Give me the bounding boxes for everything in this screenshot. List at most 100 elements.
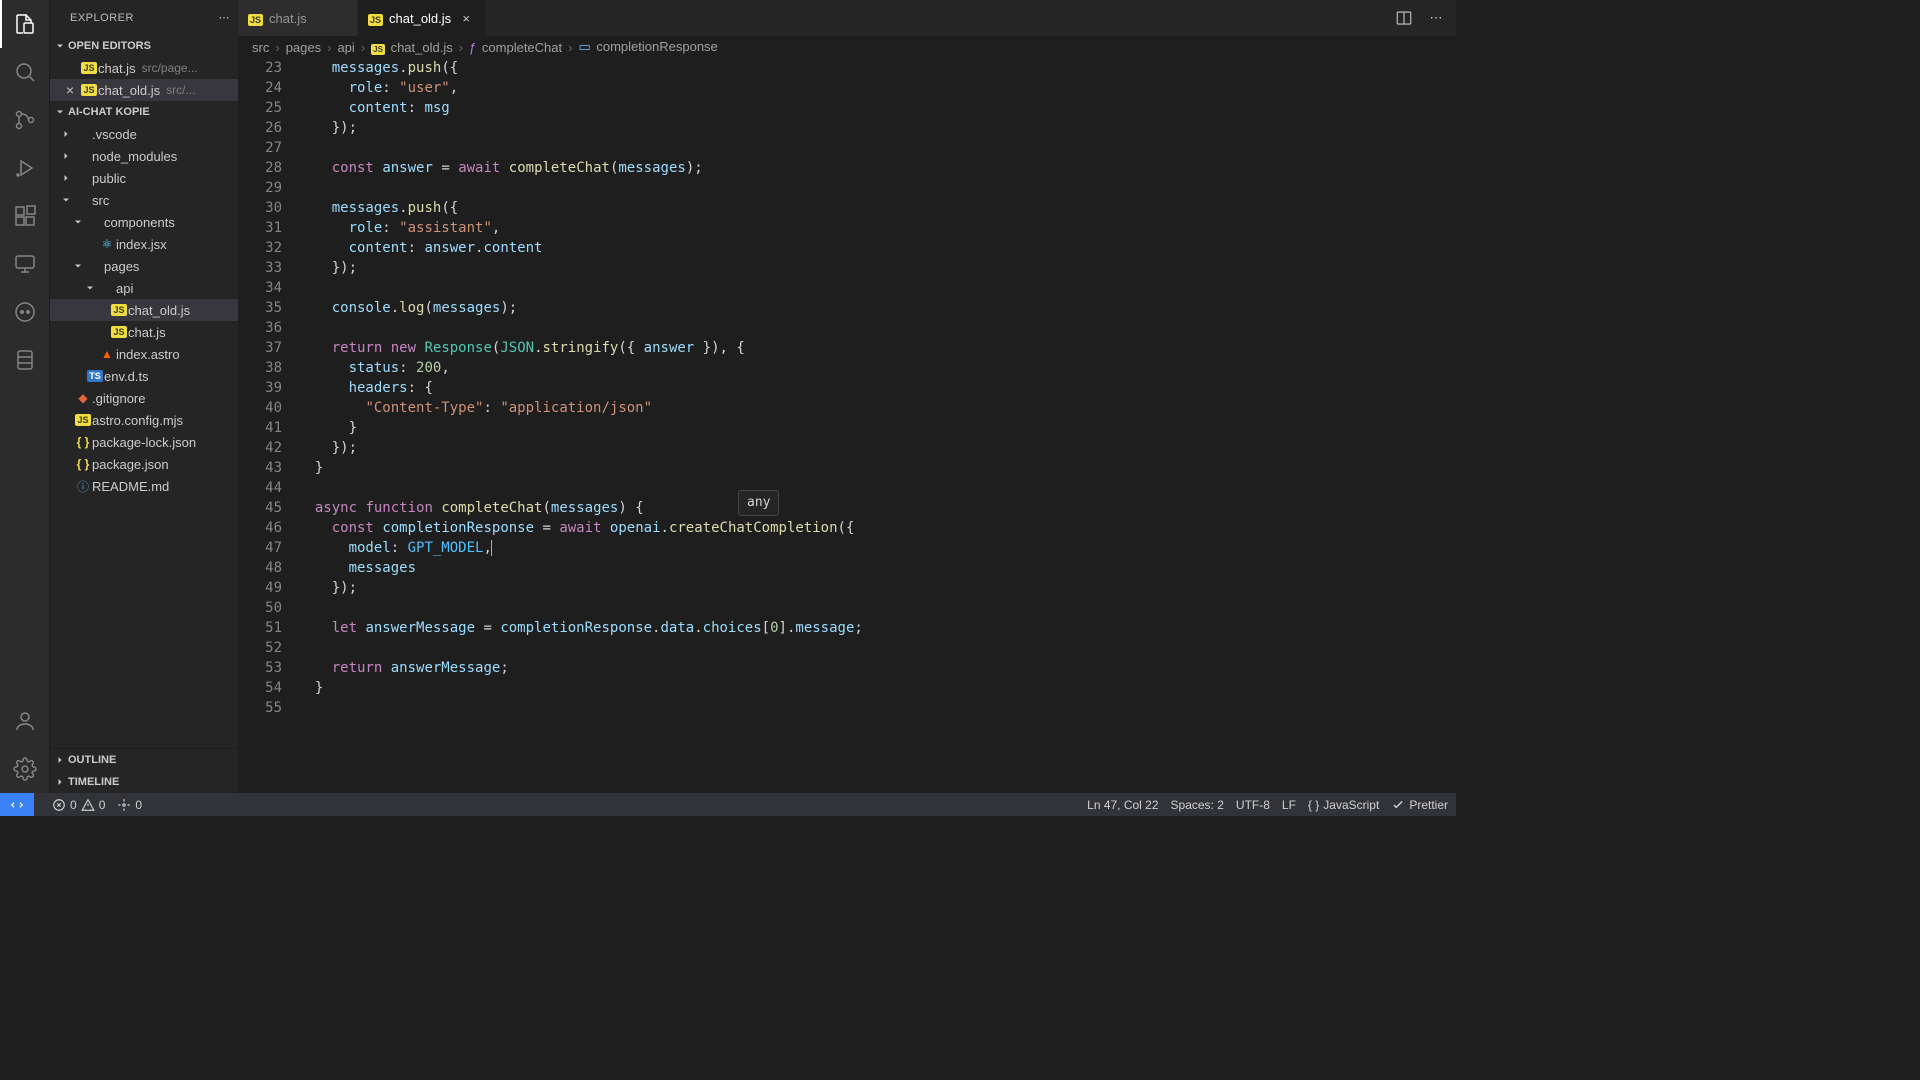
status-eol[interactable]: LF	[1282, 798, 1296, 812]
status-prettier[interactable]: Prettier	[1391, 798, 1448, 812]
activity-copilot-icon[interactable]	[0, 288, 50, 336]
folder-item[interactable]: node_modules	[50, 145, 238, 167]
tab-label: chat.js	[269, 11, 307, 26]
file-item[interactable]: { }package-lock.json	[50, 431, 238, 453]
explorer-sidebar: EXPLORER ⋯ OPEN EDITORS JSchat.jssrc/pag…	[50, 0, 238, 793]
breadcrumb-separator: ›	[275, 40, 279, 55]
breadcrumb-segment[interactable]: src	[252, 40, 269, 55]
editor-tab[interactable]: JSchat.js×	[238, 0, 358, 36]
file-item[interactable]: JSastro.config.mjs	[50, 409, 238, 431]
chevron-down-icon	[70, 216, 86, 228]
breadcrumb-segment[interactable]: ƒ completeChat	[469, 40, 562, 55]
breadcrumb-segment[interactable]: ▭ completionResponse	[578, 39, 717, 55]
chevron-down-icon	[58, 194, 74, 206]
file-label: env.d.ts	[104, 369, 149, 384]
breadcrumb-separator: ›	[327, 40, 331, 55]
breadcrumb-segment[interactable]: api	[337, 40, 354, 55]
file-icon: TS	[86, 370, 104, 382]
minimap[interactable]	[1442, 58, 1456, 793]
file-label: components	[104, 215, 175, 230]
remote-indicator[interactable]	[0, 793, 34, 816]
breadcrumb-segment[interactable]: pages	[286, 40, 321, 55]
activity-source-control-icon[interactable]	[0, 96, 50, 144]
activity-search-icon[interactable]	[0, 48, 50, 96]
explorer-more-icon[interactable]: ⋯	[219, 11, 231, 24]
more-actions-icon[interactable]: ⋯	[1426, 8, 1446, 28]
file-item[interactable]: { }package.json	[50, 453, 238, 475]
breadcrumb-separator: ›	[568, 40, 572, 55]
open-editors-header[interactable]: OPEN EDITORS	[50, 35, 238, 57]
chevron-right-icon	[58, 150, 74, 162]
line-gutter: 2324252627282930313233343536373839404142…	[238, 58, 298, 793]
chevron-down-icon	[52, 40, 68, 52]
file-label: index.jsx	[116, 237, 167, 252]
file-label: index.astro	[116, 347, 180, 362]
code-content[interactable]: messages.push({ role: "user", content: m…	[298, 58, 1442, 793]
file-icon: ▲	[98, 347, 116, 361]
file-label: package-lock.json	[92, 435, 196, 450]
activity-settings-icon[interactable]	[0, 745, 50, 793]
chevron-right-icon	[58, 128, 74, 140]
workspace-header[interactable]: AI-CHAT KOPIE	[50, 101, 238, 123]
activity-bar	[0, 0, 50, 793]
tabs: JSchat.js×JSchat_old.js×	[238, 0, 486, 36]
file-item[interactable]: JSchat_old.js	[50, 299, 238, 321]
activity-extensions-icon[interactable]	[0, 192, 50, 240]
activity-remote-explorer-icon[interactable]	[0, 240, 50, 288]
file-item[interactable]: ◆.gitignore	[50, 387, 238, 409]
close-icon[interactable]: ×	[457, 11, 475, 26]
activity-database-icon[interactable]	[0, 336, 50, 384]
folder-item[interactable]: .vscode	[50, 123, 238, 145]
open-editor-item[interactable]: JSchat.jssrc/page...	[50, 57, 238, 79]
file-item[interactable]: ▲index.astro	[50, 343, 238, 365]
tab-label: chat_old.js	[389, 11, 451, 26]
code-editor[interactable]: 2324252627282930313233343536373839404142…	[238, 58, 1456, 793]
file-item[interactable]: ⚛index.jsx	[50, 233, 238, 255]
folder-item[interactable]: public	[50, 167, 238, 189]
folder-item[interactable]: pages	[50, 255, 238, 277]
status-language[interactable]: { } JavaScript	[1308, 798, 1379, 812]
file-label: api	[116, 281, 133, 296]
activity-explorer-icon[interactable]	[0, 0, 50, 48]
breadcrumb-segment[interactable]: JS chat_old.js	[371, 40, 453, 55]
chevron-right-icon	[52, 754, 68, 766]
file-label: package.json	[92, 457, 169, 472]
split-editor-icon[interactable]	[1394, 8, 1414, 28]
editor-tab[interactable]: JSchat_old.js×	[358, 0, 486, 36]
timeline-label: TIMELINE	[68, 776, 119, 788]
activity-account-icon[interactable]	[0, 697, 50, 745]
folder-item[interactable]: src	[50, 189, 238, 211]
file-item[interactable]: JSchat.js	[50, 321, 238, 343]
status-problems[interactable]: 0 0	[52, 798, 105, 812]
status-encoding[interactable]: UTF-8	[1236, 798, 1270, 812]
file-label: README.md	[92, 479, 169, 494]
open-editor-label: chat.js	[98, 61, 136, 76]
status-warnings-count: 0	[99, 798, 106, 812]
close-icon[interactable]: ×	[62, 82, 78, 98]
activity-run-debug-icon[interactable]	[0, 144, 50, 192]
status-indent[interactable]: Spaces: 2	[1171, 798, 1224, 812]
file-icon: { }	[74, 457, 92, 471]
file-item[interactable]: TSenv.d.ts	[50, 365, 238, 387]
file-label: src	[92, 193, 109, 208]
open-editors-list: JSchat.jssrc/page...×JSchat_old.jssrc/..…	[50, 57, 238, 101]
status-cursor[interactable]: Ln 47, Col 22	[1087, 798, 1158, 812]
breadcrumb-separator: ›	[459, 40, 463, 55]
file-label: chat_old.js	[128, 303, 190, 318]
file-item[interactable]: ⓘREADME.md	[50, 475, 238, 497]
status-ports[interactable]: 0	[117, 798, 142, 812]
open-editor-item[interactable]: ×JSchat_old.jssrc/...	[50, 79, 238, 101]
chevron-down-icon	[70, 260, 86, 272]
timeline-header[interactable]: TIMELINE	[50, 771, 238, 793]
breadcrumb[interactable]: src › pages › api › JS chat_old.js › ƒ completeC…	[238, 36, 1456, 58]
folder-item[interactable]: api	[50, 277, 238, 299]
file-label: .vscode	[92, 127, 137, 142]
outline-header[interactable]: OUTLINE	[50, 749, 238, 771]
file-label: .gitignore	[92, 391, 145, 406]
folder-item[interactable]: components	[50, 211, 238, 233]
open-editor-path: src/page...	[142, 61, 198, 75]
status-errors-count: 0	[70, 798, 77, 812]
file-icon: JS	[110, 326, 128, 338]
open-editor-path: src/...	[166, 83, 195, 97]
outline-label: OUTLINE	[68, 754, 116, 766]
